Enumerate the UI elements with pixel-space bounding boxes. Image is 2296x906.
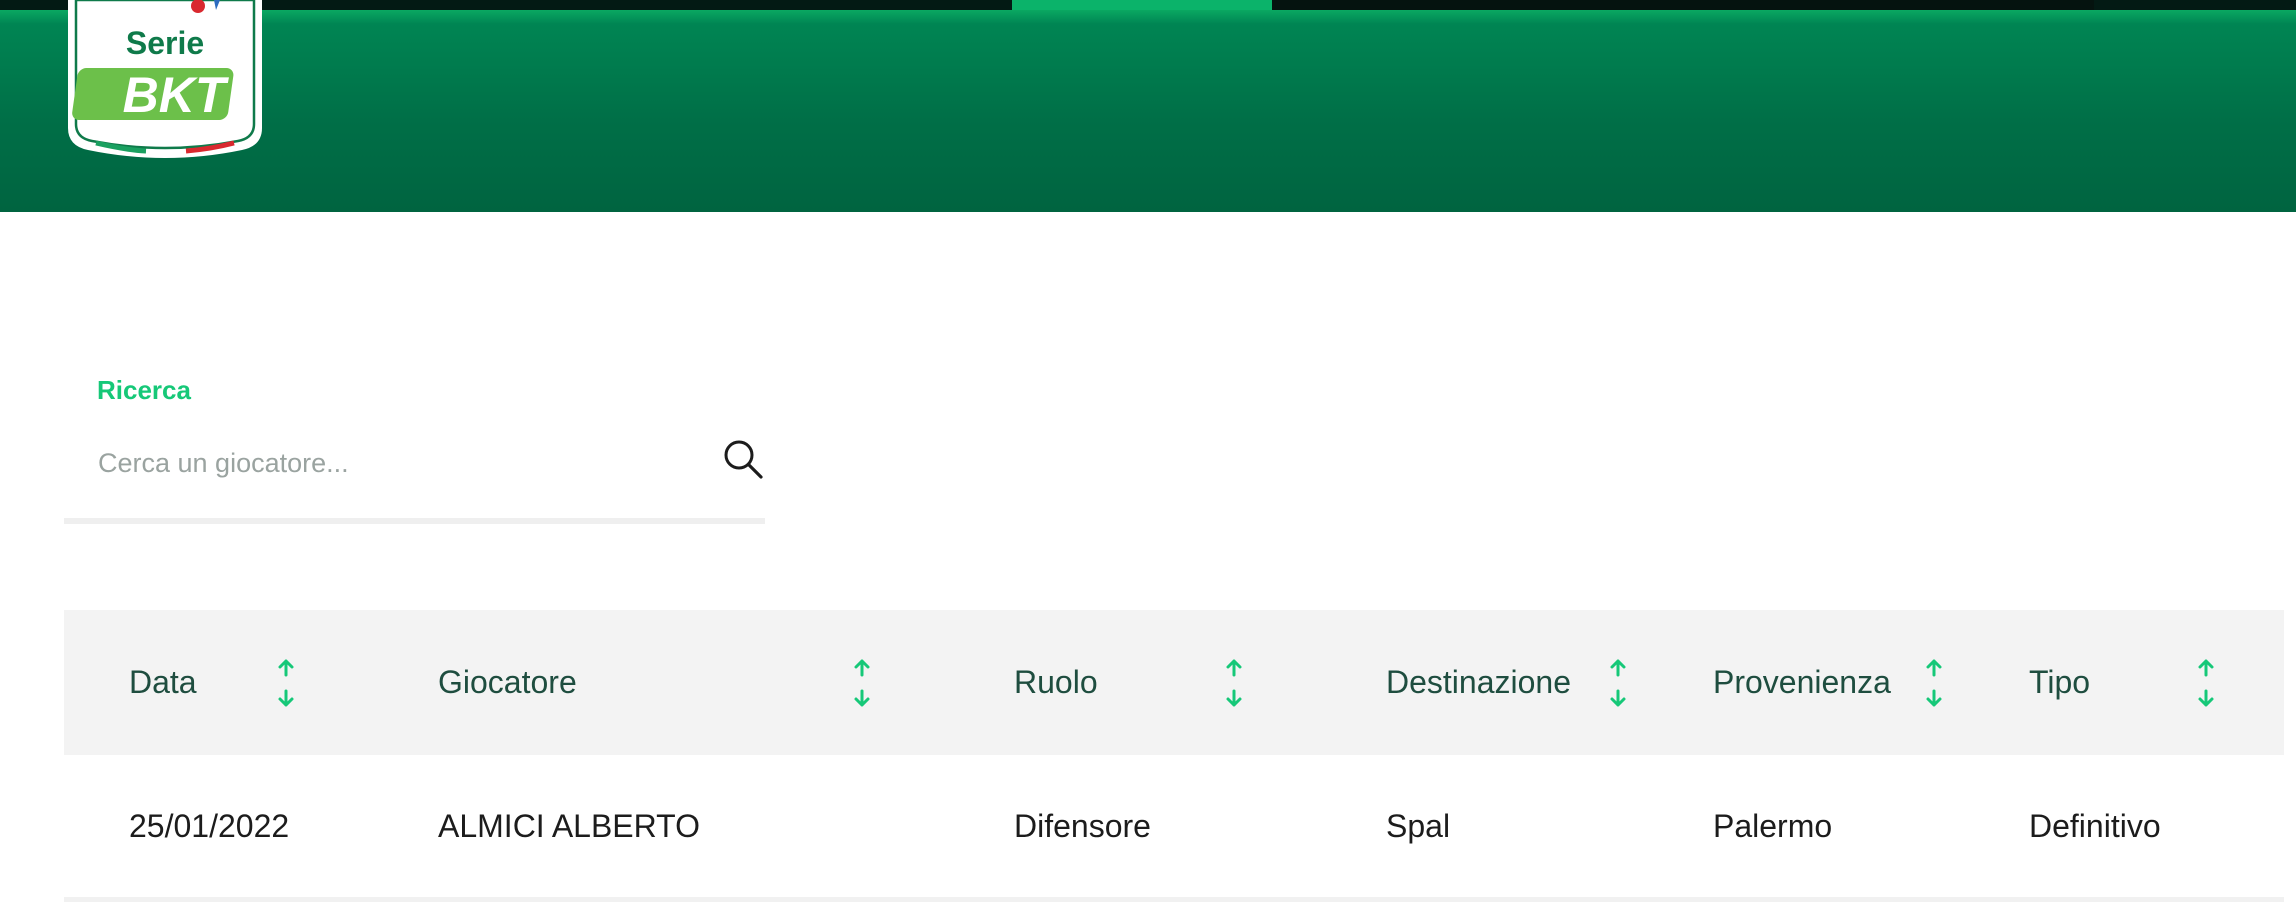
logo-line-bkt: BKT xyxy=(123,67,230,123)
cell-provenienza: Palermo xyxy=(1713,807,1833,844)
site-header xyxy=(0,10,2296,212)
column-header-label: Giocatore xyxy=(438,664,577,700)
search-input[interactable] xyxy=(96,432,700,494)
logo-line-serie: Serie xyxy=(126,25,204,61)
column-header-ruolo[interactable]: Ruolo xyxy=(1014,610,1098,755)
column-header-provenienza[interactable]: Provenienza xyxy=(1713,610,1891,755)
cell-data: 25/01/2022 xyxy=(129,807,290,844)
cell-tipo: Definitivo xyxy=(2029,807,2161,844)
table-row[interactable]: 25/01/2022 ALMICI ALBERTO Difensore Spal… xyxy=(64,755,2284,902)
sort-arrows-icon[interactable] xyxy=(1924,658,1944,708)
top-bar xyxy=(0,0,2296,10)
cell-giocatore: ALMICI ALBERTO xyxy=(438,807,701,844)
column-header-label: Provenienza xyxy=(1713,664,1891,700)
column-header-label: Destinazione xyxy=(1386,664,1571,700)
transfers-table: Data Giocatore Ruolo Destinazione Proven… xyxy=(64,610,2284,902)
top-bar-active-segment xyxy=(1012,0,1272,10)
cell-destinazione: Spal xyxy=(1386,807,1451,844)
serie-bkt-logo[interactable]: Serie BKT xyxy=(66,0,264,160)
search-box xyxy=(64,426,765,524)
top-bar-dark-segment xyxy=(1272,0,2094,10)
column-header-label: Data xyxy=(129,664,197,700)
serie-bkt-logo-graphic: Serie BKT xyxy=(68,0,262,158)
column-header-giocatore[interactable]: Giocatore xyxy=(438,610,577,755)
table-header-row: Data Giocatore Ruolo Destinazione Proven… xyxy=(64,610,2284,755)
column-header-data[interactable]: Data xyxy=(129,610,197,755)
column-header-destinazione[interactable]: Destinazione xyxy=(1386,610,1571,755)
search-icon[interactable] xyxy=(720,436,766,482)
sort-arrows-icon[interactable] xyxy=(2196,658,2216,708)
search-label: Ricerca xyxy=(97,375,191,405)
column-header-tipo[interactable]: Tipo xyxy=(2029,610,2090,755)
sort-arrows-icon[interactable] xyxy=(1608,658,1628,708)
column-header-label: Ruolo xyxy=(1014,664,1098,700)
column-header-label: Tipo xyxy=(2029,664,2091,700)
sort-arrows-icon[interactable] xyxy=(852,658,872,708)
sort-arrows-icon[interactable] xyxy=(276,658,296,708)
sort-arrows-icon[interactable] xyxy=(1224,658,1244,708)
cell-ruolo: Difensore xyxy=(1014,807,1151,844)
